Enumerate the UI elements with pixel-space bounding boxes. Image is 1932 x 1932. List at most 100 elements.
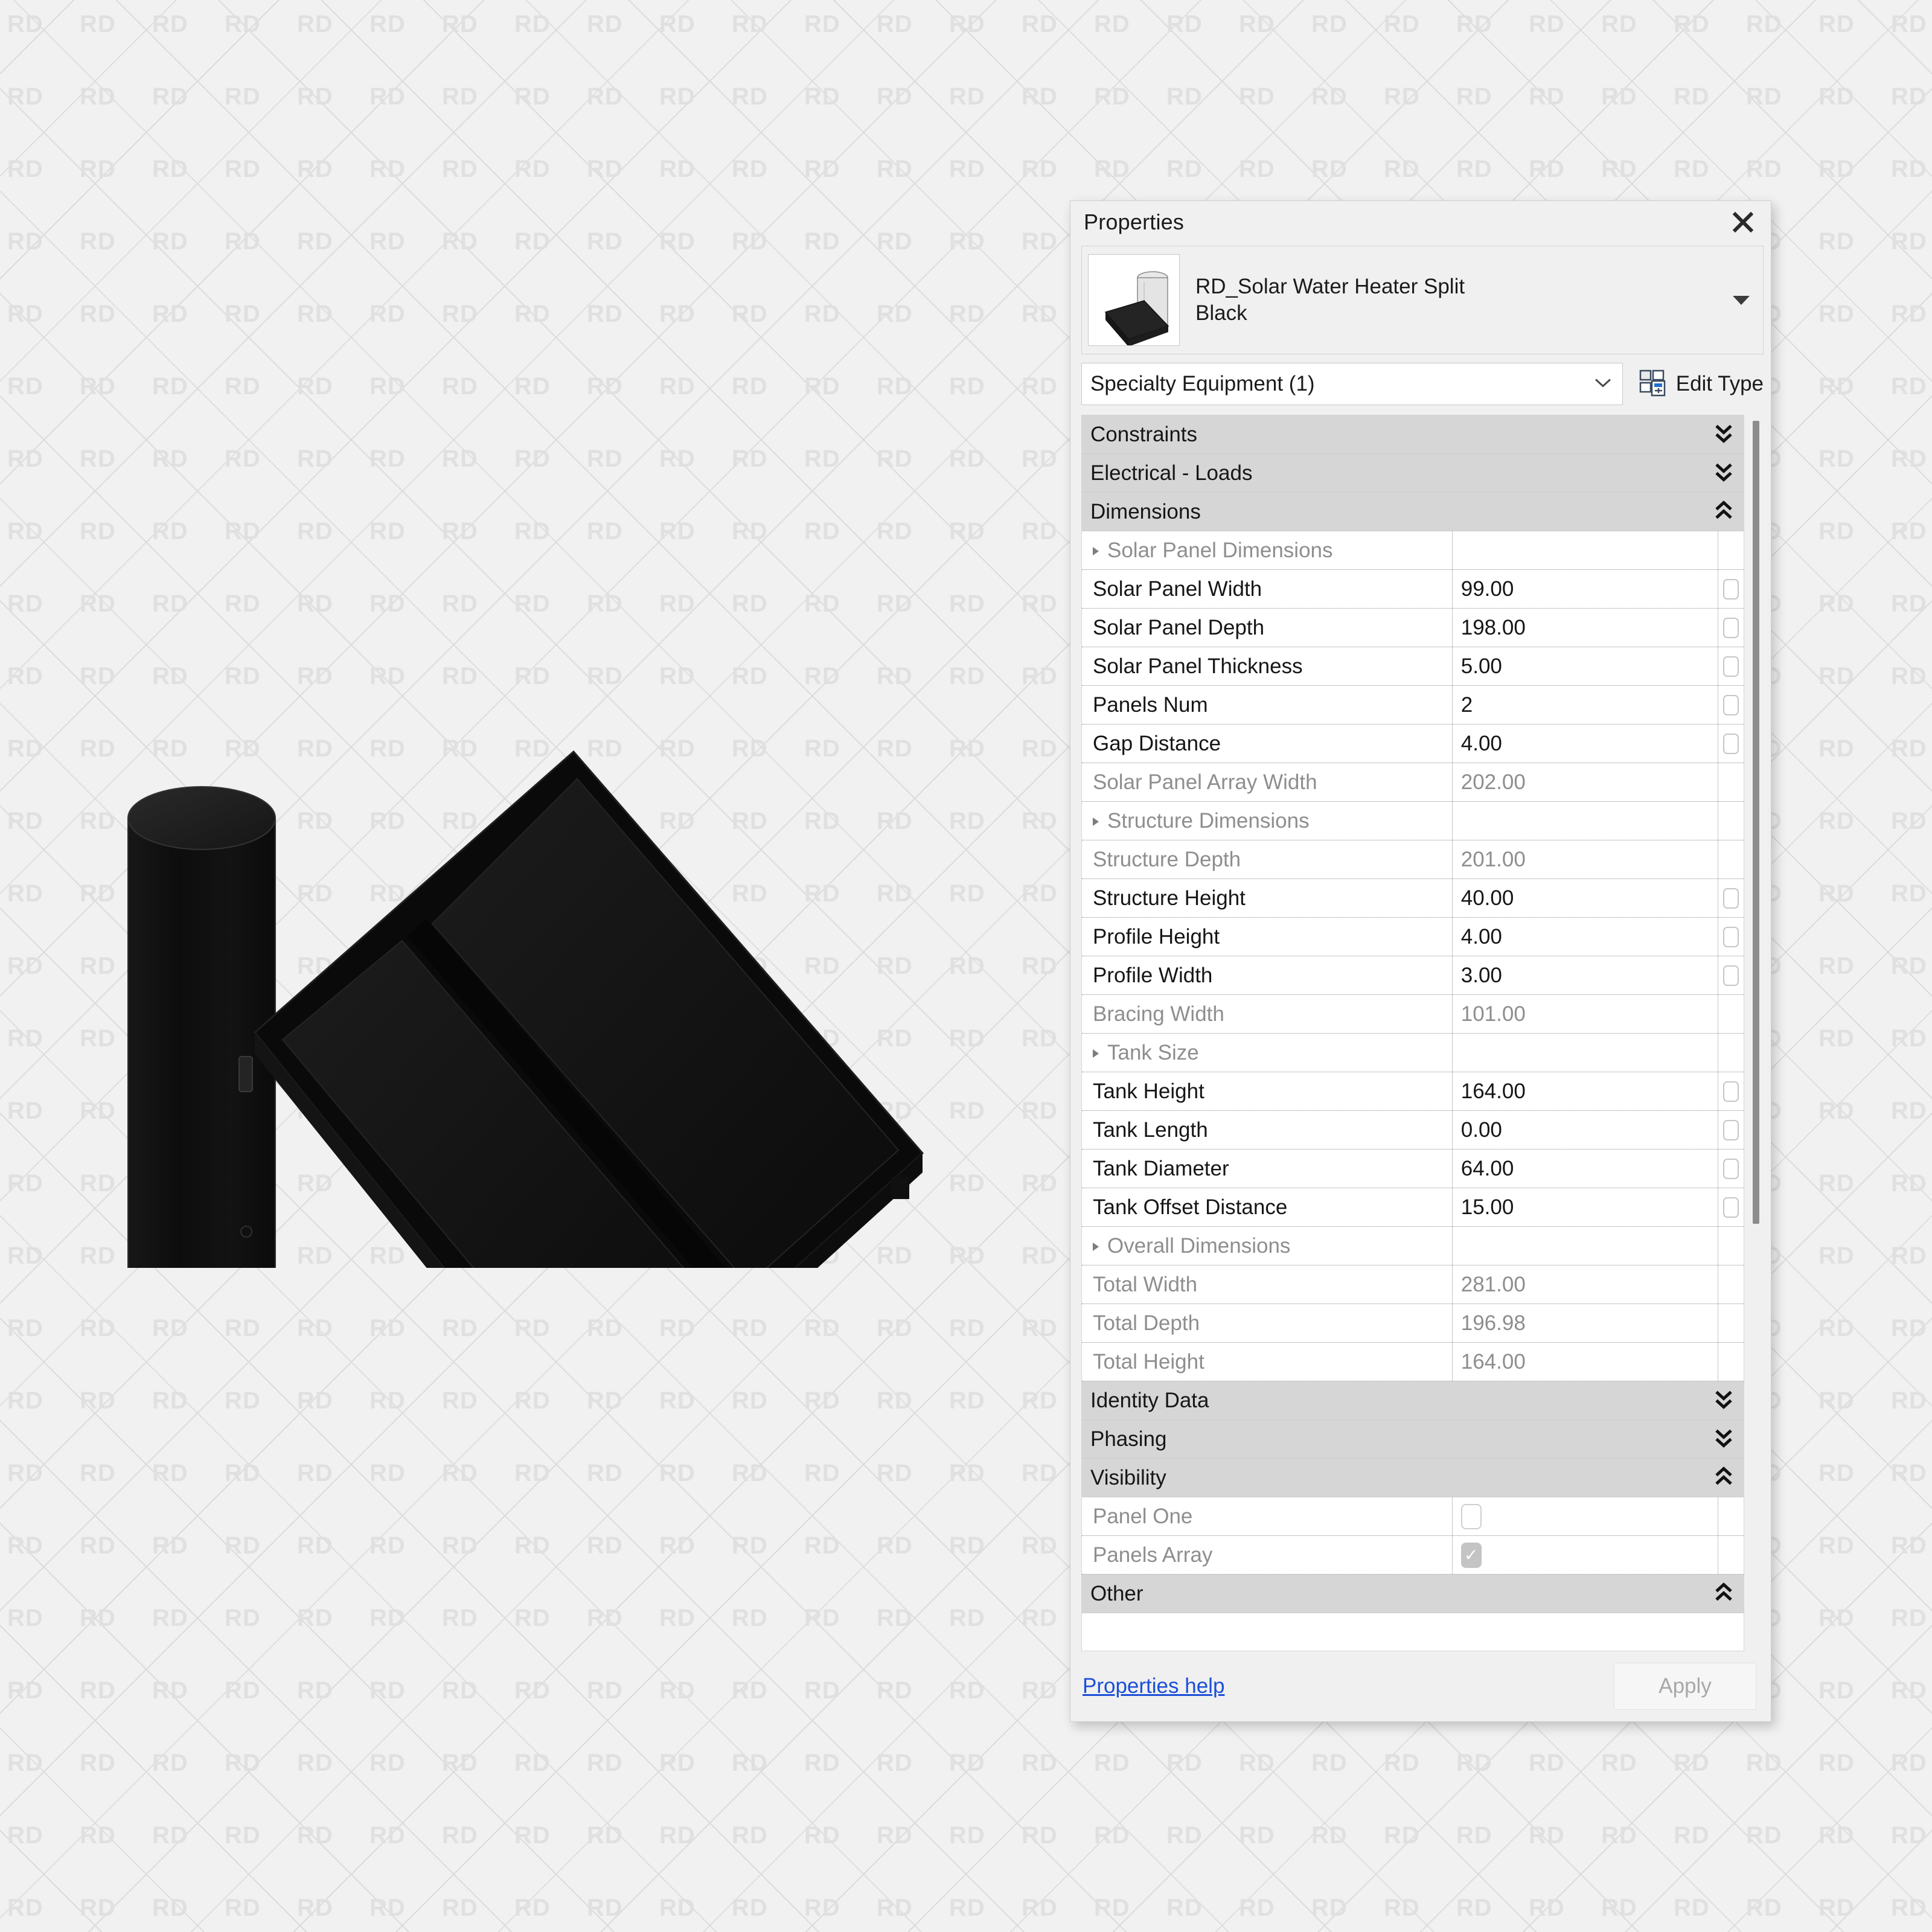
- properties-grid[interactable]: Constraints Electrical - Loads Dimensions S…: [1081, 415, 1744, 1651]
- property-value-cell[interactable]: 64.00: [1453, 1150, 1718, 1188]
- table-row[interactable]: Tank Offset Distance 15.00: [1082, 1188, 1744, 1227]
- table-row[interactable]: Total Height 164.00: [1082, 1343, 1744, 1381]
- property-value-cell: 101.00: [1453, 995, 1718, 1033]
- lock-icon[interactable]: [1723, 888, 1739, 909]
- property-value-cell[interactable]: 5.00: [1453, 647, 1718, 685]
- table-row[interactable]: Gap Distance 4.00: [1082, 724, 1744, 763]
- double-chevron-down-icon[interactable]: [1713, 460, 1734, 486]
- close-icon[interactable]: [1727, 206, 1759, 238]
- lock-icon[interactable]: [1723, 578, 1739, 600]
- lock-icon[interactable]: [1723, 617, 1739, 638]
- lock-cell[interactable]: [1718, 1188, 1744, 1226]
- apply-button[interactable]: Apply: [1614, 1663, 1756, 1710]
- property-value-cell[interactable]: 15.00: [1453, 1188, 1718, 1226]
- lock-cell[interactable]: [1718, 686, 1744, 724]
- expand-triangle-icon[interactable]: [1090, 809, 1101, 833]
- table-row[interactable]: Solar Panel Dimensions: [1082, 531, 1744, 570]
- watermark-label: RD: [1891, 1605, 1927, 1631]
- double-chevron-down-icon[interactable]: [1713, 421, 1734, 447]
- watermark-label: RD: [442, 1387, 478, 1414]
- lock-icon[interactable]: [1723, 733, 1739, 754]
- property-value-cell[interactable]: 164.00: [1453, 1072, 1718, 1110]
- section-header-phasing[interactable]: Phasing: [1082, 1420, 1744, 1459]
- lock-cell[interactable]: [1718, 956, 1744, 994]
- lock-cell[interactable]: [1718, 609, 1744, 647]
- table-row[interactable]: Panel One: [1082, 1497, 1744, 1536]
- lock-icon[interactable]: [1723, 965, 1739, 986]
- lock-cell[interactable]: [1718, 570, 1744, 608]
- double-chevron-up-icon[interactable]: [1713, 1465, 1734, 1491]
- lock-icon[interactable]: [1723, 1119, 1739, 1140]
- lock-icon[interactable]: [1723, 656, 1739, 677]
- table-row[interactable]: Structure Dimensions: [1082, 802, 1744, 840]
- solar-water-heater-3d-model[interactable]: [91, 694, 936, 1268]
- table-row[interactable]: Panels Array ✓: [1082, 1536, 1744, 1575]
- table-row[interactable]: Profile Height 4.00: [1082, 918, 1744, 956]
- lock-cell[interactable]: [1718, 918, 1744, 956]
- table-row[interactable]: Solar Panel Width 99.00: [1082, 570, 1744, 609]
- properties-palette[interactable]: Properties RD_Solar Water Heater Split B…: [1070, 200, 1771, 1722]
- double-chevron-down-icon[interactable]: [1713, 1426, 1734, 1452]
- table-row[interactable]: Tank Length 0.00: [1082, 1111, 1744, 1150]
- lock-icon[interactable]: [1723, 1081, 1739, 1102]
- property-value-cell[interactable]: 198.00: [1453, 609, 1718, 647]
- expand-triangle-icon[interactable]: [1090, 1234, 1101, 1258]
- table-row[interactable]: Solar Panel Thickness 5.00: [1082, 647, 1744, 686]
- property-value-cell[interactable]: 3.00: [1453, 956, 1718, 994]
- lock-cell[interactable]: [1718, 1111, 1744, 1149]
- table-row[interactable]: Total Width 281.00: [1082, 1265, 1744, 1304]
- section-header-constraints[interactable]: Constraints: [1082, 415, 1744, 454]
- watermark-label: RD: [80, 1895, 116, 1921]
- lock-cell[interactable]: [1718, 1072, 1744, 1110]
- table-row[interactable]: Tank Height 164.00: [1082, 1072, 1744, 1111]
- checkbox-panels-array[interactable]: ✓: [1460, 1542, 1482, 1568]
- lock-cell[interactable]: [1718, 647, 1744, 685]
- caret-down-icon[interactable]: [1729, 288, 1753, 312]
- table-row[interactable]: Bracing Width 101.00: [1082, 995, 1744, 1034]
- property-value-cell[interactable]: 4.00: [1453, 918, 1718, 956]
- table-row[interactable]: Tank Diameter 64.00: [1082, 1150, 1744, 1188]
- checkbox-panel-one[interactable]: [1460, 1503, 1482, 1529]
- table-row[interactable]: Panels Num 2: [1082, 686, 1744, 724]
- scrollbar-track[interactable]: [1748, 415, 1764, 1651]
- lock-cell[interactable]: [1718, 1150, 1744, 1188]
- lock-icon[interactable]: [1723, 926, 1739, 947]
- table-row[interactable]: Solar Panel Array Width 202.00: [1082, 763, 1744, 802]
- scrollbar-thumb[interactable]: [1753, 421, 1759, 1224]
- expand-triangle-icon[interactable]: [1090, 539, 1101, 563]
- property-label-cell: Total Depth: [1082, 1304, 1453, 1342]
- lock-icon[interactable]: [1723, 1197, 1739, 1218]
- table-row[interactable]: Structure Height 40.00: [1082, 879, 1744, 918]
- table-row[interactable]: Profile Width 3.00: [1082, 956, 1744, 995]
- edit-type-button[interactable]: Edit Type: [1623, 363, 1764, 405]
- section-header-electrical-loads[interactable]: Electrical - Loads: [1082, 454, 1744, 493]
- watermark-label: RD: [514, 1315, 551, 1342]
- double-chevron-up-icon[interactable]: [1713, 499, 1734, 525]
- property-value-cell[interactable]: 99.00: [1453, 570, 1718, 608]
- watermark-label: RD: [659, 1750, 696, 1776]
- section-header-visibility[interactable]: Visibility: [1082, 1459, 1744, 1497]
- lock-cell[interactable]: [1718, 879, 1744, 917]
- table-row[interactable]: Structure Depth 201.00: [1082, 840, 1744, 879]
- table-row[interactable]: Tank Size: [1082, 1034, 1744, 1072]
- table-row[interactable]: Solar Panel Depth 198.00: [1082, 609, 1744, 647]
- double-chevron-up-icon[interactable]: [1713, 1581, 1734, 1607]
- properties-help-link[interactable]: Properties help: [1083, 1674, 1224, 1698]
- property-value-cell[interactable]: 0.00: [1453, 1111, 1718, 1149]
- table-row[interactable]: Overall Dimensions: [1082, 1227, 1744, 1265]
- watermark-label: RD: [804, 1315, 840, 1342]
- section-header-identity-data[interactable]: Identity Data: [1082, 1381, 1744, 1420]
- lock-icon[interactable]: [1723, 694, 1739, 715]
- property-value-cell[interactable]: 40.00: [1453, 879, 1718, 917]
- expand-triangle-icon[interactable]: [1090, 1041, 1101, 1065]
- lock-cell[interactable]: [1718, 724, 1744, 763]
- section-header-other[interactable]: Other: [1082, 1575, 1744, 1613]
- property-value-cell[interactable]: 2: [1453, 686, 1718, 724]
- double-chevron-down-icon[interactable]: [1713, 1387, 1734, 1413]
- type-selector-header[interactable]: RD_Solar Water Heater Split Black: [1081, 246, 1764, 354]
- table-row[interactable]: Total Depth 196.98: [1082, 1304, 1744, 1343]
- property-value-cell[interactable]: 4.00: [1453, 724, 1718, 763]
- lock-icon[interactable]: [1723, 1158, 1739, 1179]
- category-select[interactable]: Specialty Equipment (1): [1081, 363, 1623, 405]
- section-header-dimensions[interactable]: Dimensions: [1082, 493, 1744, 531]
